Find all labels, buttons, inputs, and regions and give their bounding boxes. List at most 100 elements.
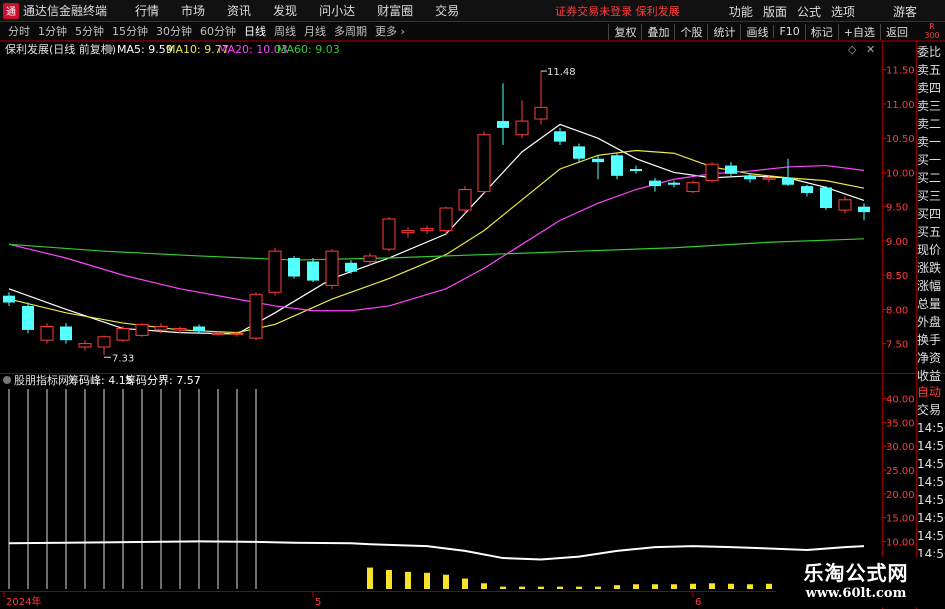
candle-up[interactable] <box>173 328 187 331</box>
menu-layout[interactable]: 版面 <box>763 3 787 20</box>
candle-up[interactable] <box>40 325 54 341</box>
candle-down[interactable] <box>497 121 509 128</box>
menu-market[interactable]: 行情 <box>135 2 159 19</box>
candle-down[interactable] <box>573 146 585 159</box>
menu-news[interactable]: 资讯 <box>227 2 251 19</box>
corner-badge[interactable]: R 300 <box>919 22 945 41</box>
candle-down[interactable] <box>630 168 642 172</box>
candle-up[interactable] <box>325 250 339 286</box>
side-trade-item[interactable]: 14:56 <box>917 527 945 545</box>
candle-down[interactable] <box>554 131 566 142</box>
candle-up[interactable] <box>515 120 529 136</box>
adjust-button[interactable]: 复权 <box>608 23 641 40</box>
candle-up[interactable] <box>211 332 225 335</box>
candle-up[interactable] <box>686 182 700 193</box>
period-multi[interactable]: 多周期 <box>334 23 367 39</box>
candle-up[interactable] <box>135 323 149 336</box>
mark-button[interactable]: 标记 <box>804 23 838 40</box>
candle-down[interactable] <box>307 261 319 281</box>
period-30min[interactable]: 30分钟 <box>156 23 192 39</box>
menu-options[interactable]: 选项 <box>831 3 855 20</box>
candle-down[interactable] <box>611 155 623 176</box>
ma-toggle-icon[interactable] <box>105 45 113 53</box>
statistics-button[interactable]: 统计 <box>707 23 740 40</box>
candle-down[interactable] <box>288 258 300 277</box>
candle-down[interactable] <box>592 158 604 163</box>
period-more[interactable]: 更多 › <box>375 23 405 39</box>
chart-area[interactable]: 保利发展(日线 前复权) MA5: 9.59 MA10: 9.77 MA20: … <box>0 41 945 609</box>
candle-down[interactable] <box>744 175 756 180</box>
period-daily[interactable]: 日线 <box>244 23 266 39</box>
candle-up[interactable] <box>705 163 719 182</box>
sub-toggle-icon[interactable] <box>3 376 11 384</box>
menu-function[interactable]: 功能 <box>729 3 753 20</box>
candle-up[interactable] <box>534 106 548 120</box>
candle-up[interactable] <box>268 250 282 293</box>
overlay-button[interactable]: 叠加 <box>641 23 674 40</box>
period-15min[interactable]: 15分钟 <box>112 23 148 39</box>
candle-up[interactable] <box>116 328 130 341</box>
candle-up[interactable] <box>382 218 396 250</box>
side-quote-label: 卖二 <box>917 117 942 131</box>
x-tick-label: 6 <box>695 597 701 608</box>
back-button[interactable]: 返回 <box>880 23 913 40</box>
side-quote-label: 现价 <box>917 243 942 257</box>
guest-login[interactable]: 游客 <box>893 3 917 20</box>
period-weekly[interactable]: 周线 <box>274 23 296 39</box>
menu-formula[interactable]: 公式 <box>797 3 821 20</box>
side-quote-label: 净资 <box>917 351 942 365</box>
diamond-icon[interactable]: ◇ <box>848 43 857 56</box>
candle-up[interactable] <box>363 255 377 262</box>
candle-down[interactable] <box>3 295 15 303</box>
candle-up[interactable] <box>458 189 472 211</box>
period-5min[interactable]: 5分钟 <box>75 23 104 39</box>
candle-down[interactable] <box>60 326 72 341</box>
candle-down[interactable] <box>782 177 794 185</box>
side-trade-item[interactable]: 14:56 <box>917 509 945 527</box>
candle-down[interactable] <box>22 305 34 330</box>
side-trade-item[interactable]: 自动 <box>917 383 945 401</box>
side-trade-item[interactable]: 14:56 <box>917 437 945 455</box>
candle-up[interactable] <box>477 134 491 193</box>
kline-chart[interactable]: 保利发展(日线 前复权) MA5: 9.59 MA10: 9.77 MA20: … <box>0 41 945 609</box>
candle-up[interactable] <box>838 199 852 211</box>
menu-trade[interactable]: 交易 <box>435 2 459 19</box>
close-chart-icon[interactable]: ✕ <box>866 43 875 56</box>
f10-button[interactable]: F10 <box>773 25 804 38</box>
period-1min[interactable]: 1分钟 <box>38 23 67 39</box>
candle-down[interactable] <box>820 187 832 209</box>
menu-ask[interactable]: 问小达 <box>319 2 355 19</box>
menu-markets[interactable]: 市场 <box>181 2 205 19</box>
candle-up[interactable] <box>439 207 453 232</box>
candle-down[interactable] <box>649 180 661 187</box>
sub-tick-label: 25.00 <box>886 466 915 477</box>
period-60min[interactable]: 60分钟 <box>200 23 236 39</box>
candle-down[interactable] <box>668 182 680 185</box>
candle-up[interactable] <box>401 230 415 234</box>
candle-up[interactable] <box>420 228 434 232</box>
side-trade-item[interactable]: 交易 <box>917 401 945 419</box>
menu-wealth-circle[interactable]: 财富圈 <box>377 2 413 19</box>
period-timeshare[interactable]: 分时 <box>8 23 30 39</box>
menu-discover[interactable]: 发现 <box>273 2 297 19</box>
candle-down[interactable] <box>858 206 870 213</box>
side-trade-item[interactable]: 14:56 <box>917 419 945 437</box>
period-monthly[interactable]: 月线 <box>304 23 326 39</box>
account-status[interactable]: 证券交易未登录 保利发展 <box>555 3 680 19</box>
candle-up[interactable] <box>97 336 111 348</box>
candle-up[interactable] <box>230 332 244 335</box>
draw-line-button[interactable]: 画线 <box>740 23 773 40</box>
side-trade-item[interactable]: 14:56 <box>917 473 945 491</box>
add-watchlist-button[interactable]: +自选 <box>837 23 880 40</box>
candle-up[interactable] <box>154 325 168 331</box>
candle-up[interactable] <box>78 343 92 348</box>
candle-down[interactable] <box>345 262 357 272</box>
side-trade-item[interactable]: 14:56 <box>917 455 945 473</box>
candle-up[interactable] <box>249 293 263 339</box>
candle-down[interactable] <box>193 326 205 332</box>
candle-down[interactable] <box>801 186 813 193</box>
side-trade-item[interactable]: 14:56 <box>917 491 945 509</box>
stock-button[interactable]: 个股 <box>674 23 707 40</box>
candle-up[interactable] <box>762 177 776 180</box>
candle-down[interactable] <box>725 165 737 174</box>
